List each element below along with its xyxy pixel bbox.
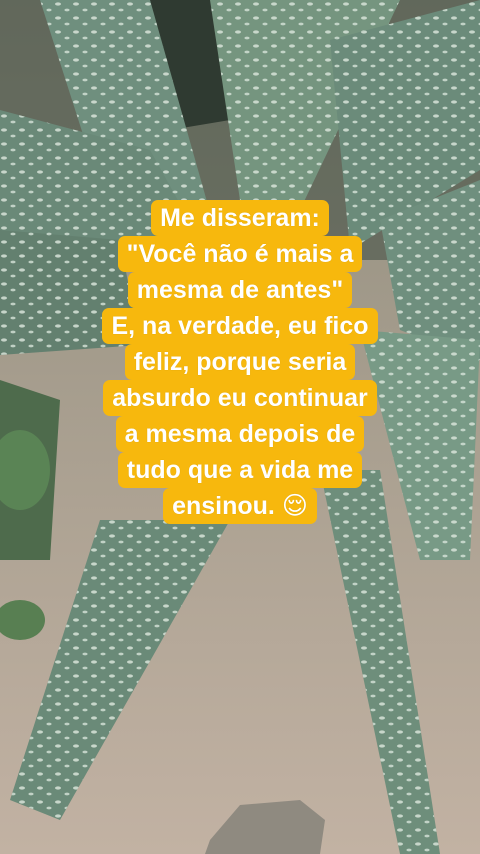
caption-line: mesma de antes"	[127, 272, 353, 308]
caption-line: a mesma depois de	[115, 416, 365, 452]
caption-line: feliz, porque seria	[124, 344, 356, 380]
caption-line: tudo que a vida me	[117, 452, 363, 488]
quote-caption: Me disseram: "Você não é mais a mesma de…	[0, 200, 480, 524]
caption-line: E, na verdade, eu fico	[102, 308, 378, 344]
caption-line: "Você não é mais a	[117, 236, 363, 272]
caption-line: Me disseram:	[151, 200, 329, 236]
caption-line: ensinou. 😌	[163, 488, 317, 524]
caption-line: absurdo eu continuar	[103, 380, 377, 416]
